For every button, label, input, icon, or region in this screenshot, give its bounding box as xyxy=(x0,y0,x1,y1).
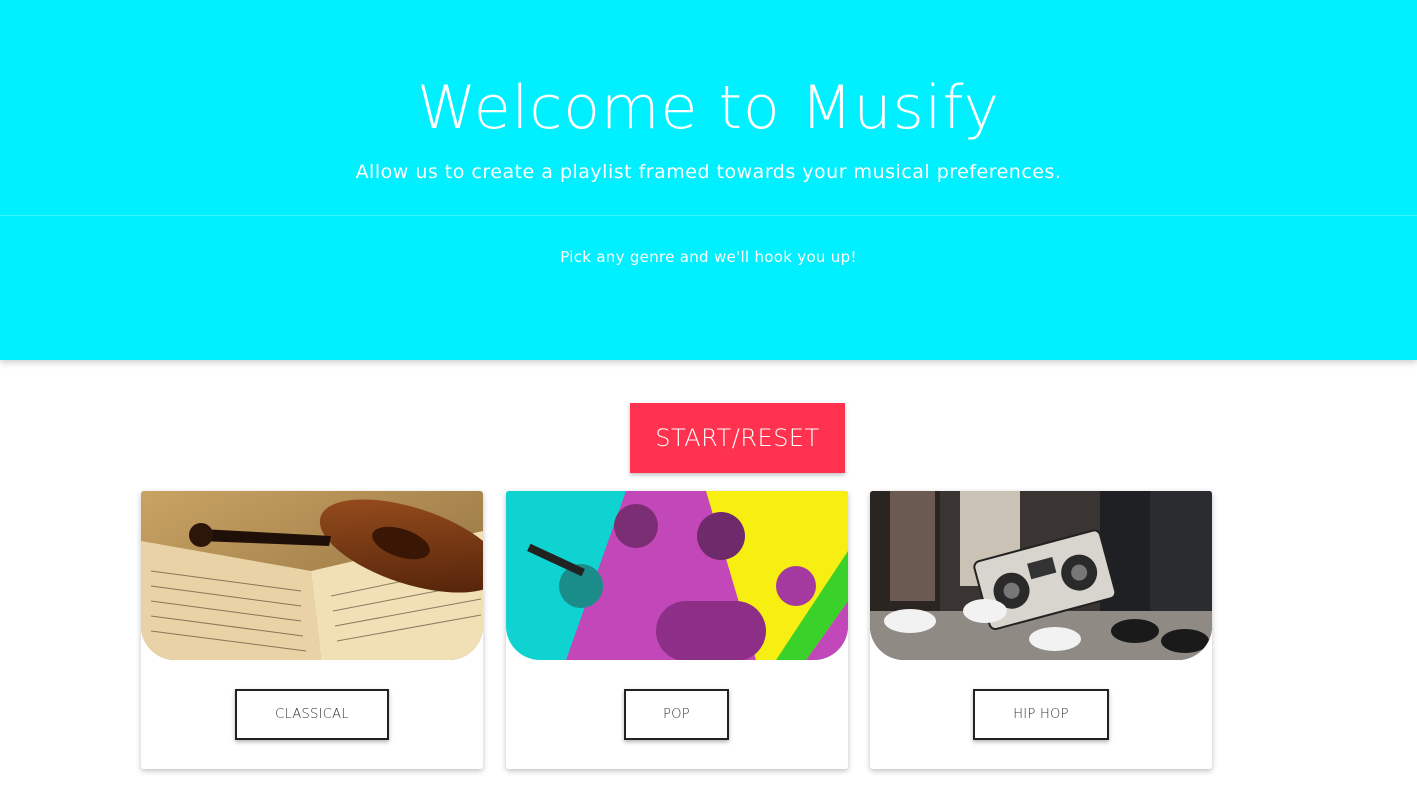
genre-card-classical: CLASSICAL xyxy=(141,491,483,769)
pop-button[interactable]: POP xyxy=(624,689,729,740)
start-reset-button[interactable]: START/RESET xyxy=(630,403,845,473)
classical-image xyxy=(141,491,483,660)
hero-subtitle: Allow us to create a playlist framed tow… xyxy=(355,161,1062,183)
genre-card-pop: POP xyxy=(506,491,848,769)
hip-hop-image xyxy=(870,491,1212,660)
classical-button[interactable]: CLASSICAL xyxy=(235,689,389,740)
hero-tagline: Pick any genre and we'll hook you up! xyxy=(560,248,857,266)
page-title: Welcome to Musify xyxy=(416,73,1001,143)
hip-hop-button[interactable]: HIP HOP xyxy=(973,689,1109,740)
genre-card-hip-hop: HIP HOP xyxy=(870,491,1212,769)
pop-image xyxy=(506,491,848,660)
hero-divider xyxy=(0,215,1417,216)
hero-banner: Welcome to Musify Allow us to create a p… xyxy=(0,0,1417,360)
